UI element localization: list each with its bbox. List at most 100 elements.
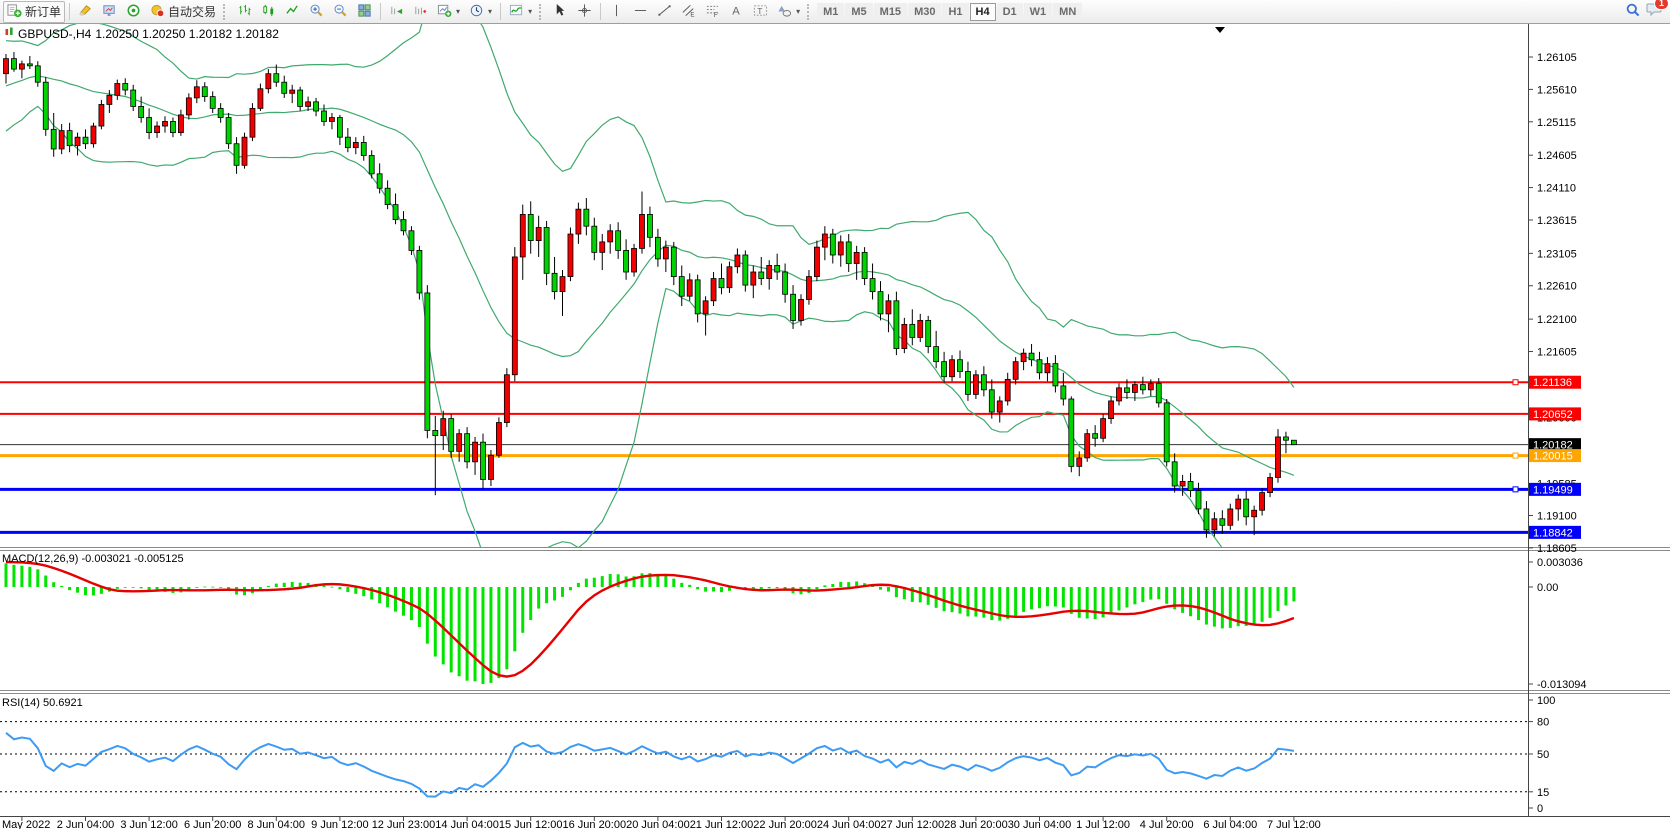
line-chart-button[interactable] [281, 1, 304, 23]
svg-text:1.18605: 1.18605 [1537, 543, 1577, 555]
text-label-button[interactable]: T [749, 1, 772, 23]
search-icon [1625, 2, 1641, 21]
new-order-button[interactable]: 新订单 [3, 1, 65, 23]
svg-text:22 Jun 20:00: 22 Jun 20:00 [753, 819, 817, 829]
periods-button[interactable]: ▾ [465, 1, 496, 23]
auto-scroll-icon [413, 3, 428, 21]
mt4-window: { "toolbar": { "new_order_label": "新订单",… [0, 0, 1670, 829]
svg-text:27 Jun 12:00: 27 Jun 12:00 [880, 819, 944, 829]
rsi-label: RSI(14) 50.6921 [2, 697, 83, 709]
tab-timeframe-h4[interactable]: H4 [970, 3, 996, 21]
auto-trading-icon [150, 3, 165, 21]
chart-canvas[interactable]: 1.261051.256101.251151.246051.241101.236… [0, 0, 1670, 829]
svg-text:0.003036: 0.003036 [1537, 557, 1583, 569]
svg-text:24 Jun 04:00: 24 Jun 04:00 [817, 819, 881, 829]
tab-timeframe-m30[interactable]: M30 [908, 3, 941, 21]
new-chart-icon [437, 3, 452, 21]
vertical-line-icon [609, 3, 624, 21]
svg-text:1.25115: 1.25115 [1537, 117, 1576, 129]
zoom-out-button[interactable] [329, 1, 352, 23]
tab-timeframe-h1[interactable]: H1 [942, 3, 968, 21]
svg-text:1.18842: 1.18842 [1533, 527, 1573, 539]
auto-scroll-button[interactable] [409, 1, 432, 23]
bollinger-band-line [6, 106, 1294, 574]
svg-text:14 Jun 04:00: 14 Jun 04:00 [435, 819, 499, 829]
toolbar-grip [539, 4, 544, 20]
svg-text:16 Jun 20:00: 16 Jun 20:00 [562, 819, 626, 829]
svg-text:E: E [690, 11, 694, 17]
svg-text:20 Jun 04:00: 20 Jun 04:00 [626, 819, 690, 829]
dropdown-caret: ▾ [488, 7, 492, 16]
svg-text:12 Jun 23:00: 12 Jun 23:00 [372, 819, 436, 829]
clock-icon [469, 3, 484, 21]
quote-values: 1.20250 1.20250 1.20182 1.20182 [95, 27, 279, 41]
toolbar-grip [223, 4, 228, 20]
svg-text:28 Jun 20:00: 28 Jun 20:00 [944, 819, 1008, 829]
svg-text:1.24605: 1.24605 [1537, 150, 1577, 162]
notification-badge: 1 [1654, 0, 1669, 10]
auto-trading-label: 自动交易 [168, 3, 216, 20]
fibonacci-button[interactable]: F [701, 1, 724, 23]
crosshair-button[interactable] [573, 1, 596, 23]
svg-text:1.19100: 1.19100 [1537, 510, 1577, 522]
svg-text:1.20015: 1.20015 [1533, 451, 1573, 463]
svg-text:May 2022: May 2022 [2, 819, 50, 829]
svg-text:1.19499: 1.19499 [1533, 484, 1573, 496]
tab-timeframe-m5[interactable]: M5 [845, 3, 872, 21]
equidistant-channel-icon: E [681, 3, 696, 21]
tile-windows-button[interactable] [353, 1, 376, 23]
svg-text:1.22610: 1.22610 [1537, 281, 1577, 293]
main-pane [0, 0, 1528, 574]
tab-timeframe-w1[interactable]: W1 [1024, 3, 1053, 21]
indicators-button[interactable]: ▾ [505, 1, 536, 23]
highlight-button[interactable] [74, 1, 97, 23]
bar-chart-button[interactable] [233, 1, 256, 23]
trendline-button[interactable] [653, 1, 676, 23]
auto-trading-button[interactable]: 自动交易 [146, 1, 220, 23]
tab-timeframe-mn[interactable]: MN [1053, 3, 1082, 21]
text-button[interactable]: A [725, 1, 748, 23]
tab-timeframe-m1[interactable]: M1 [817, 3, 844, 21]
svg-text:4 Jul 20:00: 4 Jul 20:00 [1140, 819, 1194, 829]
tab-timeframe-m15[interactable]: M15 [874, 3, 907, 21]
chart-shift-button[interactable] [385, 1, 408, 23]
svg-text:1.21605: 1.21605 [1537, 347, 1577, 359]
price-scale: 1.261051.256101.251151.246051.241101.236… [1528, 52, 1581, 555]
symbol-label: GBPUSD-,H4 [18, 27, 91, 41]
zoom-in-icon [309, 3, 324, 21]
tab-timeframe-d1[interactable]: D1 [997, 3, 1023, 21]
shapes-button[interactable]: ▾ [773, 1, 804, 23]
cursor-icon [553, 3, 568, 21]
svg-text:1.23105: 1.23105 [1537, 248, 1577, 260]
svg-text:8 Jun 04:00: 8 Jun 04:00 [248, 819, 306, 829]
new-chart-button[interactable]: ▾ [433, 1, 464, 23]
chat-button[interactable]: 1 [1646, 1, 1663, 22]
signal-button[interactable] [122, 1, 145, 23]
separator [69, 3, 70, 20]
horizontal-line-button[interactable] [629, 1, 652, 23]
candlestick-button[interactable] [257, 1, 280, 23]
svg-text:-0.013094: -0.013094 [1537, 679, 1587, 691]
trendline-icon [657, 3, 672, 21]
vertical-line-button[interactable] [605, 1, 628, 23]
market-watch-button[interactable] [98, 1, 121, 23]
rsi-name: RSI(14) [2, 697, 40, 709]
svg-text:0: 0 [1537, 803, 1543, 815]
svg-text:1.20652: 1.20652 [1533, 409, 1573, 421]
search-button[interactable] [1621, 0, 1645, 23]
dropdown-caret: ▾ [528, 7, 532, 16]
bar-chart-icon [237, 3, 252, 21]
main-toolbar: 新订单 自动交易 ▾ ▾ ▾ E F A T ▾ M1 M5 M15 M30 H… [0, 0, 1670, 24]
channel-button[interactable]: E [677, 1, 700, 23]
cursor-button[interactable] [549, 1, 572, 23]
hline-handle [1513, 453, 1518, 458]
highlighter-icon [78, 3, 93, 21]
chart-shift-icon [389, 3, 404, 21]
macd-signal-value: -0.005125 [134, 553, 184, 565]
time-axis: May 20222 Jun 04:003 Jun 12:006 Jun 20:0… [2, 816, 1321, 829]
zoom-in-button[interactable] [305, 1, 328, 23]
separator [500, 3, 501, 20]
dropdown-caret: ▾ [796, 7, 800, 16]
text-icon: A [729, 3, 744, 21]
svg-text:1.21136: 1.21136 [1533, 377, 1572, 389]
